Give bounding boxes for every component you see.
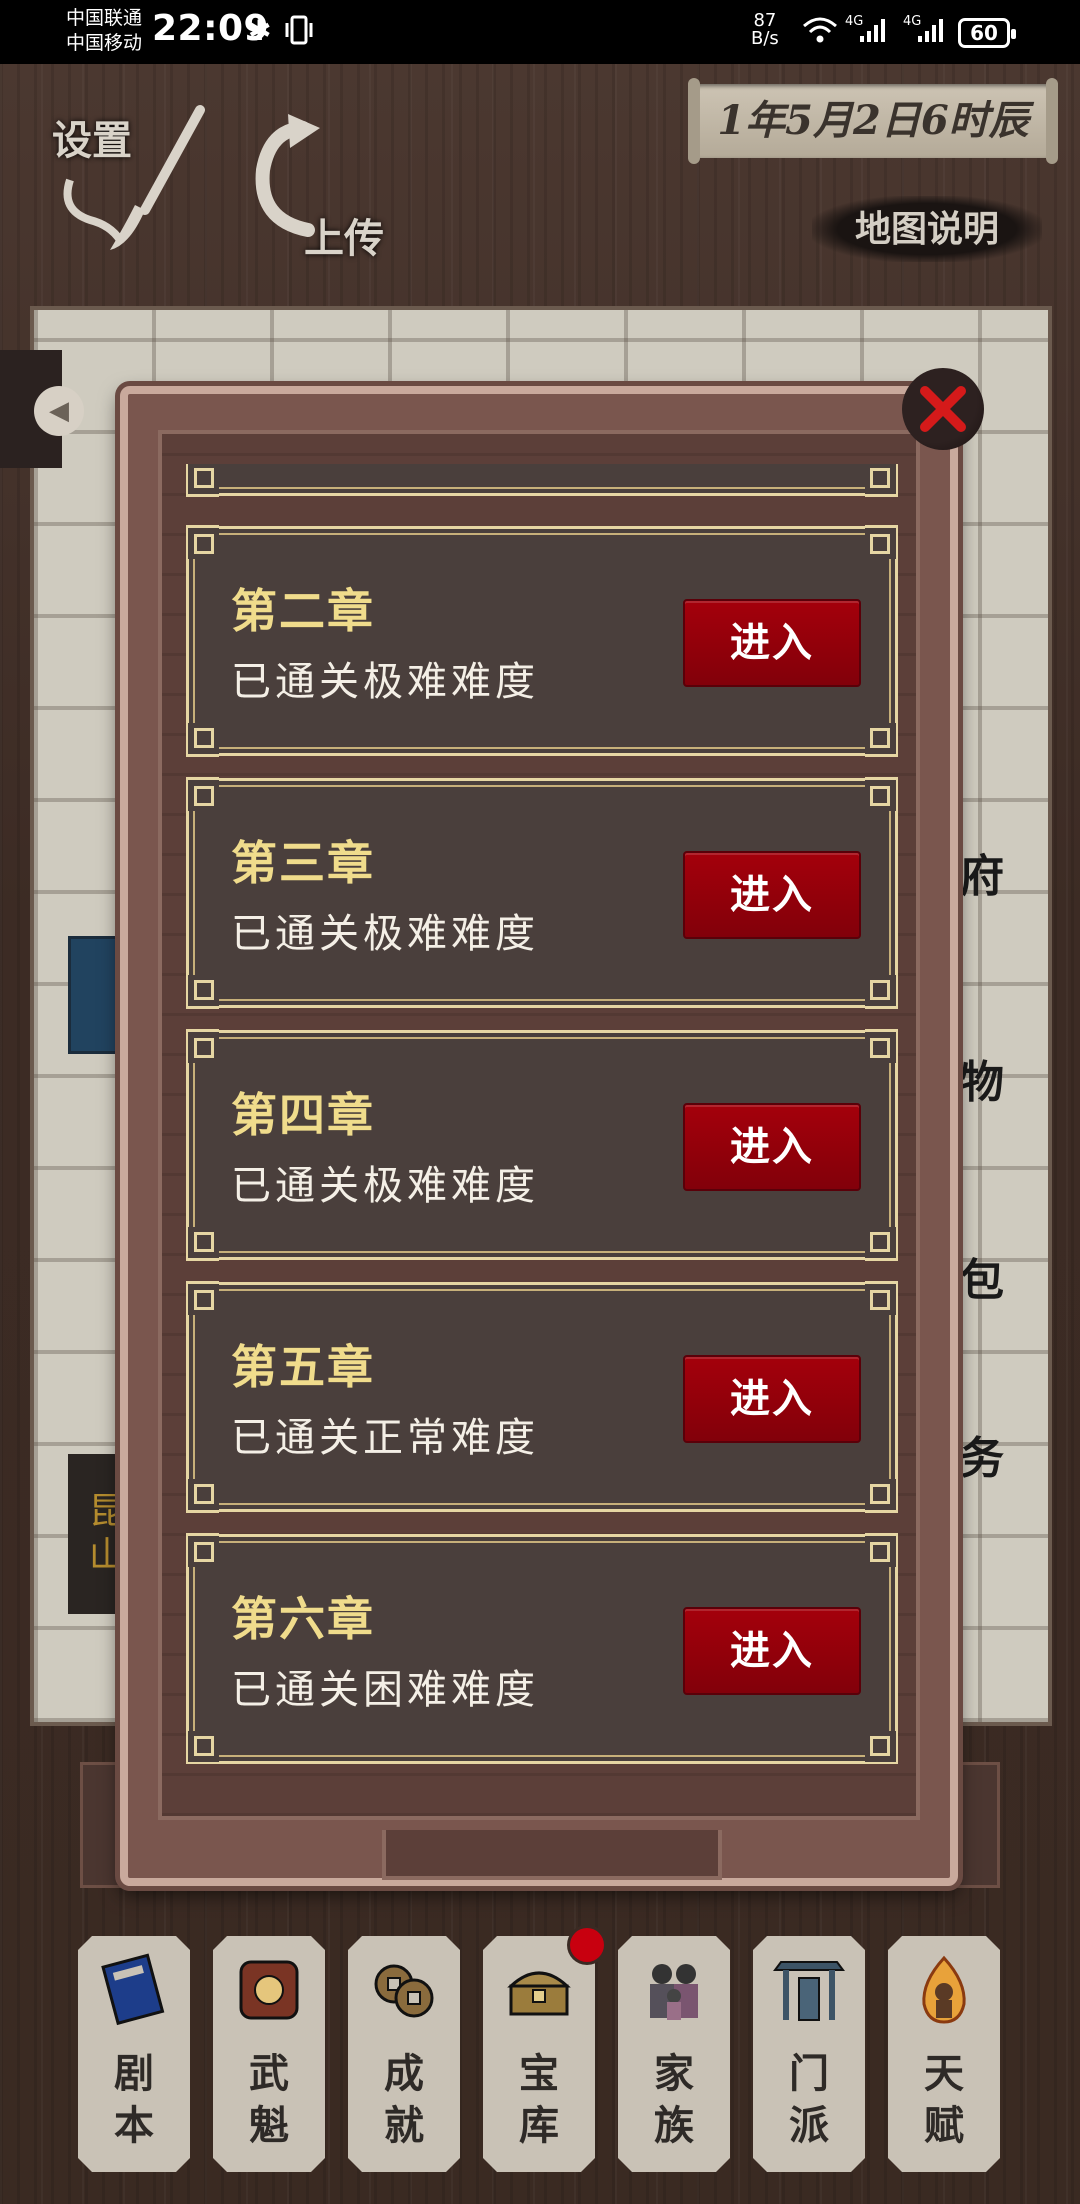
card-corner [865,777,898,811]
card-corner [186,1479,219,1513]
card-corner [186,525,219,559]
upload-label[interactable]: 上传 [304,206,384,264]
chapter-card: 第二章 已通关极难难度 进入 [186,525,898,757]
card-corner [865,1029,898,1063]
settings-label[interactable]: 设置 [52,108,132,166]
enter-chapter-button[interactable]: 进入 [683,851,861,939]
treasure-chest-icon [507,1971,571,2016]
nav-label: 家族 [654,2050,694,2149]
card-corner [865,1281,898,1315]
card-corner [186,1029,219,1063]
right-label-bag[interactable]: 包 [960,1244,1040,1308]
nav-rankings[interactable]: 武魁 [213,1936,325,2172]
chapter-status: 已通关极难难度 [231,1163,539,1209]
chapter-card: 第五章 已通关正常难度 进入 [186,1281,898,1513]
bottom-nav: 剧本 武魁 成就 宝库 家族 门 派 天 赋 [0,1936,1080,2176]
signal-1-icon [860,19,885,42]
chapter-status: 已通关极难难度 [231,659,539,705]
chapter-title: 第二章 [231,584,375,638]
chapter-card: 第三章 已通关极难难度 进入 [186,777,898,1009]
chapter-list[interactable]: 第二章 已通关极难难度 进入 第三章 已通关极难难度 进入 第四章 已通关极难难… [186,464,898,1764]
card-corner [186,1227,219,1261]
chapter-status: 已通关困难难度 [231,1667,539,1713]
card-corner [186,975,219,1009]
signal-2-icon [918,19,943,42]
card-corner [186,1533,219,1567]
book-icon [101,1953,165,2026]
nav-label: 剧本 [114,2050,154,2149]
collapse-arrow-icon[interactable]: ◀ [34,386,84,436]
card-corner [186,723,219,757]
card-corner [865,525,898,559]
carrier-labels: 中国联通 中国移动 [66,6,142,56]
notification-dot [570,1928,604,1962]
chapter-title: 第四章 [231,1088,375,1142]
nav-achievements[interactable]: 成就 [348,1936,460,2172]
nav-label: 武魁 [249,2050,289,2149]
card-corner [865,975,898,1009]
right-label-items[interactable]: 物 [960,1046,1040,1110]
chapter-title: 第六章 [231,1592,375,1646]
map-help-button[interactable]: 地图说明 [812,196,1042,262]
enter-chapter-button[interactable]: 进入 [683,1355,861,1443]
nav-family[interactable]: 家族 [618,1936,730,2172]
chapter-card-partial [186,464,898,497]
card-corner [865,464,898,497]
map-flag [68,936,124,1054]
chapter-status: 已通关正常难度 [231,1415,539,1461]
status-bar: 中国联通 中国移动 22:09 ✱ 87 B/s 4G 4G 60 [0,0,1080,64]
net-speed-unit: B/s [751,28,779,49]
gate-icon [773,1961,845,2021]
carrier-1: 中国联通 [66,7,143,29]
nav-sect[interactable]: 门派 [753,1936,865,2172]
chapter-status: 已通关极难难度 [231,911,539,957]
bluetooth-icon: ✱ [248,14,272,47]
card-corner [186,777,219,811]
nav-script[interactable]: 剧本 [78,1936,190,2172]
card-corner [865,1227,898,1261]
card-corner [865,723,898,757]
chapter-title: 第三章 [231,836,375,890]
enter-chapter-button[interactable]: 进入 [683,599,861,687]
right-label-mansion[interactable]: 府 [960,840,1040,904]
flame-figure-icon [922,1955,966,2024]
card-corner [865,1533,898,1567]
card-corner [186,1731,219,1764]
close-icon [920,386,966,432]
chapter-card: 第六章 已通关困难难度 进入 [186,1533,898,1764]
wifi-icon [803,17,837,43]
right-label-tasks[interactable]: 务 [960,1422,1040,1486]
card-corner [865,1479,898,1513]
family-icon [650,1964,698,2020]
nav-treasury[interactable]: 宝库 [483,1936,595,2172]
coins-icon [374,1964,434,2018]
nav-talent[interactable]: 天赋 [888,1936,1000,2172]
close-button[interactable] [902,368,984,450]
ranking-scroll-icon [239,1960,299,2020]
net-speed: 87 B/s [751,12,779,48]
dialog-notch [382,1830,722,1880]
game-date: 1年5月2日6时辰 [688,78,1058,164]
nav-label: 成就 [384,2050,424,2149]
chapter-card: 第四章 已通关极难难度 进入 [186,1029,898,1261]
carrier-2: 中国移动 [66,32,143,54]
nav-label: 天赋 [924,2050,964,2149]
nav-label: 门派 [789,2050,829,2149]
card-corner [865,1731,898,1764]
vibrate-icon [285,15,313,45]
nav-label: 宝库 [519,2050,559,2149]
enter-chapter-button[interactable]: 进入 [683,1607,861,1695]
card-corner [186,464,219,497]
battery-indicator: 60 [958,18,1016,48]
card-corner [186,1281,219,1315]
chapter-title: 第五章 [231,1340,375,1394]
enter-chapter-button[interactable]: 进入 [683,1103,861,1191]
